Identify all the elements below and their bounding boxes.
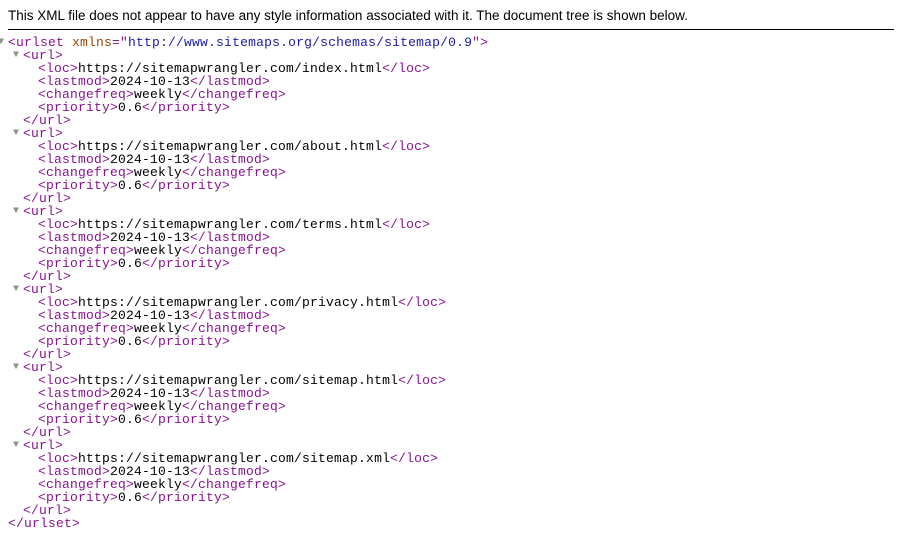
loc-close-tag: </loc> (398, 295, 446, 310)
disclosure-triangle-icon[interactable]: ▼ (0, 38, 8, 48)
priority-row: <priority>0.6</priority> (8, 179, 894, 192)
root-close-tag: </urlset> (8, 516, 80, 531)
disclosure-triangle-icon[interactable]: ▼ (13, 285, 23, 295)
url-close-row: </url> (8, 114, 894, 127)
xml-no-style-notice: This XML file does not appear to have an… (8, 8, 894, 30)
priority-row: <priority>0.6</priority> (8, 257, 894, 270)
priority-text: 0.6 (118, 178, 142, 193)
priority-close-tag: </priority> (142, 256, 230, 271)
url-close-row: </url> (8, 270, 894, 283)
priority-row: <priority>0.6</priority> (8, 413, 894, 426)
priority-close-tag: </priority> (142, 490, 230, 505)
loc-close-tag: </loc> (382, 61, 430, 76)
disclosure-triangle-icon[interactable]: ▼ (13, 363, 23, 373)
url-close-row: </url> (8, 192, 894, 205)
priority-close-tag: </priority> (142, 100, 230, 115)
priority-text: 0.6 (118, 100, 142, 115)
loc-close-tag: </loc> (390, 451, 438, 466)
priority-text: 0.6 (118, 490, 142, 505)
url-close-row: </url> (8, 426, 894, 439)
root-attr-name: xmlns (72, 35, 112, 50)
loc-close-tag: </loc> (382, 139, 430, 154)
root-open-row[interactable]: ▼<urlset xmlns="http://www.sitemaps.org/… (8, 36, 894, 49)
root-close-row: </urlset> (8, 517, 894, 530)
loc-close-tag: </loc> (398, 373, 446, 388)
priority-row: <priority>0.6</priority> (8, 491, 894, 504)
disclosure-triangle-icon[interactable]: ▼ (13, 207, 23, 217)
xml-tree: ▼<urlset xmlns="http://www.sitemaps.org/… (8, 36, 894, 530)
priority-close-tag: </priority> (142, 334, 230, 349)
priority-text: 0.6 (118, 256, 142, 271)
priority-close-tag: </priority> (142, 412, 230, 427)
priority-row: <priority>0.6</priority> (8, 335, 894, 348)
disclosure-triangle-icon[interactable]: ▼ (13, 441, 23, 451)
url-close-row: </url> (8, 348, 894, 361)
disclosure-triangle-icon[interactable]: ▼ (13, 129, 23, 139)
loc-close-tag: </loc> (382, 217, 430, 232)
priority-text: 0.6 (118, 412, 142, 427)
disclosure-triangle-icon[interactable]: ▼ (13, 51, 23, 61)
url-close-row: </url> (8, 504, 894, 517)
priority-row: <priority>0.6</priority> (8, 101, 894, 114)
priority-close-tag: </priority> (142, 178, 230, 193)
root-attr-value: http://www.sitemaps.org/schemas/sitemap/… (128, 35, 472, 50)
priority-text: 0.6 (118, 334, 142, 349)
